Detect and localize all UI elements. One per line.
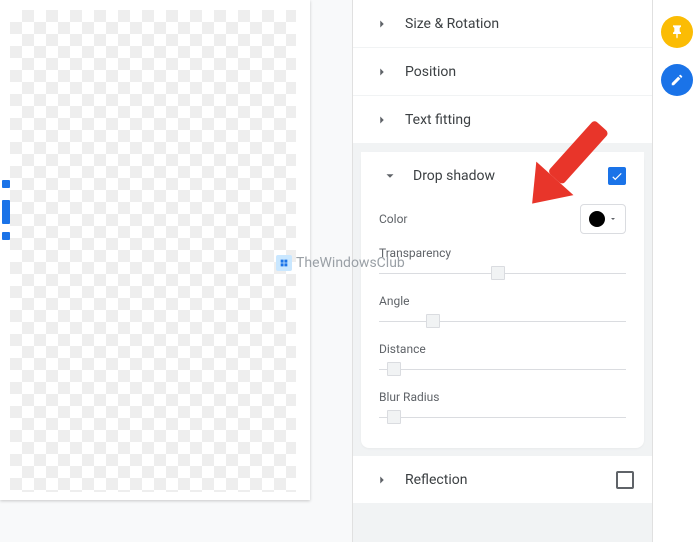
keep-icon[interactable] [661, 16, 693, 48]
section-label: Drop shadow [413, 168, 608, 184]
section-position[interactable]: Position [353, 48, 652, 96]
chevron-right-icon [371, 61, 393, 83]
reflection-checkbox[interactable] [616, 471, 634, 489]
color-label: Color [379, 212, 407, 226]
transparency-label: Transparency [379, 246, 626, 260]
section-drop-shadow-header[interactable]: Drop shadow [361, 152, 644, 200]
selection-handle[interactable] [2, 200, 10, 224]
chevron-right-icon [371, 13, 393, 35]
slider-thumb[interactable] [426, 314, 440, 328]
caret-down-icon [609, 215, 617, 223]
color-picker[interactable] [580, 204, 626, 234]
drop-shadow-checkbox[interactable] [608, 167, 626, 185]
blur-radius-label: Blur Radius [379, 390, 626, 404]
distance-label: Distance [379, 342, 626, 356]
section-size-rotation[interactable]: Size & Rotation [353, 0, 652, 48]
transparency-slider[interactable] [379, 264, 626, 282]
transparent-object[interactable] [10, 10, 296, 492]
color-swatch [589, 211, 605, 227]
format-options-panel: Size & Rotation Position Text fitting Dr… [352, 0, 652, 542]
blur-radius-slider[interactable] [379, 408, 626, 426]
section-label: Text fitting [405, 112, 634, 128]
angle-label: Angle [379, 294, 626, 308]
document[interactable] [0, 0, 310, 500]
tasks-icon[interactable] [661, 64, 693, 96]
selection-handle[interactable] [2, 180, 10, 188]
chevron-down-icon [379, 165, 401, 187]
selection-handle[interactable] [2, 232, 10, 240]
side-rail [652, 0, 700, 542]
angle-slider[interactable] [379, 312, 626, 330]
slider-thumb[interactable] [387, 362, 401, 376]
section-label: Size & Rotation [405, 16, 634, 32]
distance-slider[interactable] [379, 360, 626, 378]
section-drop-shadow: Drop shadow Color Transparency [361, 152, 644, 448]
drop-shadow-body: Color Transparency Angle [361, 204, 644, 426]
chevron-right-icon [371, 109, 393, 131]
section-label: Reflection [405, 472, 616, 488]
section-text-fitting[interactable]: Text fitting [353, 96, 652, 144]
canvas-area [0, 0, 353, 542]
slider-thumb[interactable] [387, 410, 401, 424]
chevron-right-icon [371, 469, 393, 491]
section-label: Position [405, 64, 634, 80]
slider-thumb[interactable] [491, 266, 505, 280]
section-reflection[interactable]: Reflection [353, 456, 652, 504]
